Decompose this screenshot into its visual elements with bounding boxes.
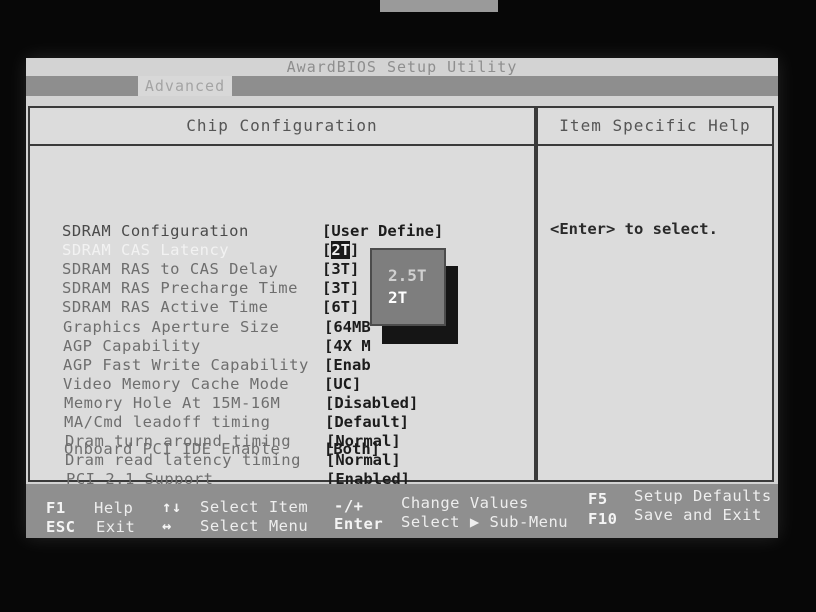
setting-label-sdram-configuration[interactable]: SDRAM Configuration [62,222,249,240]
bracket-open: [ [322,241,332,259]
app-title: AwardBIOS Setup Utility [286,58,518,76]
setting-value-sdram-cas-latency[interactable]: [2T] [322,241,359,259]
help-heading: Item Specific Help [538,108,772,146]
setting-label-ras-active-time[interactable]: SDRAM RAS Active Time [62,298,268,316]
key-leftright-label: Select Menu [200,517,309,535]
key-f10-label: Save and Exit [634,506,762,524]
popup-option-2-5t[interactable]: 2.5T [388,266,427,285]
setting-label-ras-precharge-time[interactable]: SDRAM RAS Precharge Time [62,279,298,297]
menu-bar: Advanced [26,76,778,96]
item-specific-help-panel: Item Specific Help <Enter> to select. [536,106,774,482]
setting-value-ras-active-time[interactable]: [6T] [322,298,359,316]
cas-latency-options-popup: 2.5T 2T [370,248,446,326]
key-help-footer: F1 Help ↑↓ Select Item -/+ Change Values… [26,484,778,538]
key-f5: F5 [588,490,608,508]
key-f1-label: Help [94,499,134,517]
setting-value-onboard-pci-ide[interactable]: [Both] [324,440,380,458]
menu-tab-advanced[interactable]: Advanced [138,76,232,96]
monitor-bezel [380,0,498,12]
key-f10: F10 [588,510,618,528]
setting-value-video-memory-cache-mode[interactable]: [UC] [324,375,361,393]
setting-value-sdram-configuration[interactable]: [User Define] [322,222,443,240]
popup-option-2t[interactable]: 2T [388,288,407,307]
help-text: <Enter> to select. [550,220,718,238]
key-esc-label: Exit [96,518,136,536]
setting-value-graphics-aperture-size[interactable]: [64MB [324,318,371,336]
setting-label-memory-hole[interactable]: Memory Hole At 15M-16M [64,394,280,412]
setting-label-agp-capability[interactable]: AGP Capability [63,337,201,355]
up-down-arrows-icon: ↑↓ [162,498,182,516]
key-enter-label: Select ▶ Sub-Menu [401,513,569,531]
setting-value-ras-to-cas-delay[interactable]: [3T] [322,260,359,278]
setting-label-sdram-cas-latency[interactable]: SDRAM CAS Latency [62,241,229,259]
setting-value-memory-hole[interactable]: [Disabled] [325,394,418,412]
setting-value-agp-fast-write[interactable]: [Enab [324,356,371,374]
setting-label-ma-cmd-leadoff[interactable]: MA/Cmd leadoff timing [64,413,270,431]
setting-label-graphics-aperture-size[interactable]: Graphics Aperture Size [63,318,279,336]
key-esc: ESC [46,518,76,536]
setting-label-agp-fast-write[interactable]: AGP Fast Write Capability [63,356,309,374]
setting-label-ras-to-cas-delay[interactable]: SDRAM RAS to CAS Delay [62,260,278,278]
key-f1: F1 [46,499,66,517]
setting-label-video-memory-cache-mode[interactable]: Video Memory Cache Mode [63,375,289,393]
key-f5-label: Setup Defaults [634,487,772,505]
chip-configuration-panel: Chip Configuration SDRAM Configuration [… [28,106,536,488]
setting-value-ras-precharge-time[interactable]: [3T] [322,279,359,297]
key-updown-label: Select Item [200,498,309,516]
key-plus-minus: -/+ [334,497,364,515]
selected-value-highlight: 2T [331,241,351,259]
panel-heading: Chip Configuration [30,108,534,146]
left-right-arrows-icon: ↔ [162,517,172,535]
bracket-close: ] [350,241,360,259]
setting-label-onboard-pci-ide[interactable]: Onboard PCI IDE Enable [64,440,280,458]
setting-value-agp-capability[interactable]: [4X M [324,337,371,355]
key-enter: Enter [334,515,384,533]
setting-value-ma-cmd-leadoff[interactable]: [Default] [325,413,409,431]
key-plus-minus-label: Change Values [401,494,529,512]
